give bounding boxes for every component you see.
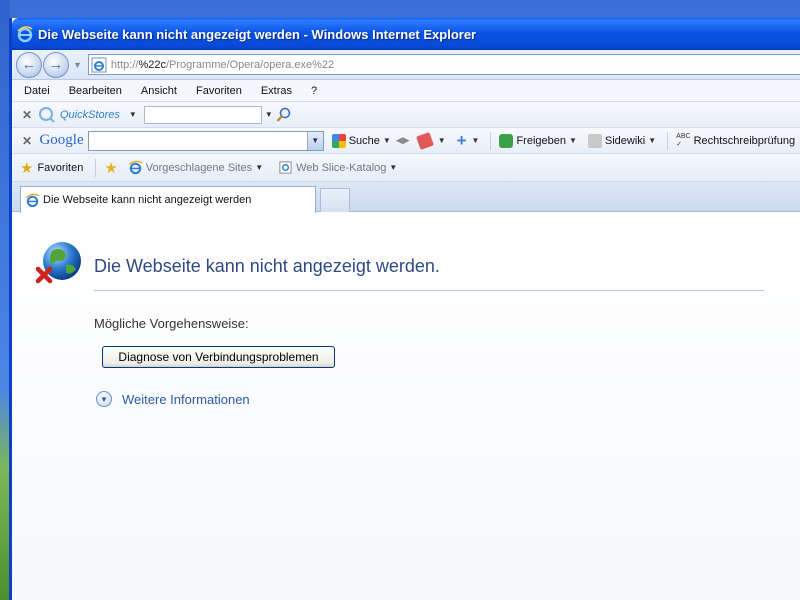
spellcheck-button[interactable]: ABC✓ Rechtschreibprüfung ▼ (676, 133, 800, 149)
forward-button[interactable]: → (43, 51, 69, 78)
close-google-toolbar-icon[interactable]: ✕ (22, 134, 37, 148)
favorites-separator (95, 158, 97, 177)
page-content: Die Webseite kann nicht angezeigt werden… (12, 219, 800, 600)
new-tab-button[interactable] (320, 188, 350, 212)
arrow-left-icon: ← (21, 56, 37, 73)
quickstores-toolbar: ✕ QuickStores ▼ ▼ (12, 102, 800, 128)
web-slice-icon (279, 161, 292, 174)
suche-button[interactable]: Suche ▼ (331, 133, 394, 148)
suggested-sites-label: Vorgeschlagene Sites (145, 161, 253, 174)
sidewiki-label: Sidewiki (604, 134, 646, 147)
close-toolbar-icon[interactable]: ✕ (22, 108, 38, 122)
freigeben-label: Freigeben (516, 134, 566, 147)
quickstores-search-input[interactable] (143, 105, 262, 124)
ie-logo-icon (17, 26, 33, 43)
suche-label: Suche (348, 134, 380, 147)
suche-dropdown-icon: ▼ (382, 136, 391, 145)
toolbar-separator (667, 131, 669, 150)
menu-bar: Datei Bearbeiten Ansicht Favoriten Extra… (12, 80, 800, 102)
menu-datei[interactable]: Datei (24, 85, 50, 97)
tab-active-label: Die Webseite kann nicht angezeigt werden (43, 194, 252, 206)
bookmarks-button[interactable]: ▼ (415, 131, 449, 150)
title-bar[interactable]: Die Webseite kann nicht angezeigt werden… (12, 18, 800, 50)
google-search-dropdown-icon[interactable]: ▼ (306, 131, 323, 150)
sidewiki-button[interactable]: Sidewiki ▼ (587, 133, 659, 148)
tab-row: Die Webseite kann nicht angezeigt werden (12, 182, 800, 213)
add-dropdown-icon: ▼ (471, 136, 480, 145)
more-info-toggle[interactable]: ▼ Weitere Informationen (96, 391, 250, 407)
address-bar[interactable]: http://%22c/Programme/Opera/opera.exe%22 (87, 54, 800, 75)
quickstores-logo-text: QuickStores (60, 108, 120, 121)
more-arrows-icon[interactable]: ◀▶ (396, 135, 410, 146)
ie-page-icon (25, 193, 40, 207)
divider (94, 290, 764, 291)
add-favorite-star-icon[interactable]: ★ (104, 159, 117, 177)
toolbar-separator (490, 131, 492, 150)
menu-favoriten[interactable]: Favoriten (196, 85, 242, 97)
error-title: Die Webseite kann nicht angezeigt werden… (94, 256, 440, 276)
web-slice-dropdown-icon: ▼ (389, 163, 398, 172)
globe-error-icon (35, 242, 81, 284)
sidewiki-icon (587, 133, 602, 148)
quickstores-search-dropdown-icon[interactable]: ▼ (265, 110, 273, 119)
favorites-label: Favoriten (37, 161, 84, 174)
spellcheck-label: Rechtschreibprüfung (693, 134, 796, 147)
spellcheck-icon: ABC ✓ (676, 132, 691, 148)
ie-page-icon (91, 57, 107, 72)
suggested-sites-dropdown-icon: ▼ (255, 163, 264, 172)
window-title: Die Webseite kann nicht angezeigt werden… (38, 26, 477, 42)
menu-extras[interactable]: Extras (261, 85, 292, 97)
favorites-button[interactable]: ★ Favoriten (20, 159, 83, 177)
browser-window: Die Webseite kann nicht angezeigt werden… (9, 18, 800, 600)
ie-logo-icon (128, 160, 143, 175)
diagnose-connection-button[interactable]: Diagnose von Verbindungsproblemen (102, 346, 335, 368)
back-button[interactable]: ← (16, 51, 42, 78)
arrow-right-icon: → (48, 56, 64, 73)
menu-help[interactable]: ? (311, 85, 317, 97)
favorites-bar: ★ Favoriten ★ Vorgeschlagene Sites ▼ Web… (12, 154, 800, 182)
google-logo: Google (39, 132, 84, 148)
bookmarks-dropdown-icon: ▼ (437, 136, 446, 145)
url-prefix: http:// (110, 58, 139, 71)
possible-action-heading: Mögliche Vorgehensweise: (94, 316, 249, 331)
navigation-bar: ← → ▼ http://%22c/Programme/Opera/opera.… (12, 50, 800, 80)
search-icon[interactable] (276, 107, 292, 123)
quickstores-dropdown-icon[interactable]: ▼ (129, 110, 137, 119)
suggested-sites-button[interactable]: Vorgeschlagene Sites ▼ (122, 160, 266, 175)
chevron-down-icon: ▼ (96, 391, 112, 407)
star-icon: ★ (20, 159, 34, 177)
web-slice-gallery-button[interactable]: Web Slice-Katalog ▼ (278, 160, 400, 175)
menu-bearbeiten[interactable]: Bearbeiten (69, 85, 122, 97)
plus-icon: + (456, 130, 467, 150)
menu-ansicht[interactable]: Ansicht (141, 85, 177, 97)
history-dropdown-icon[interactable]: ▼ (73, 60, 82, 70)
url-path: /Programme/Opera/opera.exe%22 (165, 58, 335, 71)
url-text: http://%22c/Programme/Opera/opera.exe%22 (111, 59, 334, 71)
google-toolbar: ✕ Google ▼ Suche ▼ ◀▶ ▼ + ▼ Freigeben ▼ … (12, 128, 800, 154)
freigeben-dropdown-icon: ▼ (568, 136, 577, 145)
url-host: %22c (138, 58, 166, 71)
google-g-icon (331, 133, 346, 148)
quickstores-logo-icon (39, 106, 55, 123)
more-info-label: Weitere Informationen (122, 391, 250, 407)
sidewiki-dropdown-icon: ▼ (648, 136, 657, 145)
freigeben-button[interactable]: Freigeben ▼ (499, 133, 579, 148)
share-icon (499, 133, 514, 148)
web-slice-label: Web Slice-Katalog (296, 161, 387, 174)
bookmark-icon (415, 131, 434, 150)
add-button[interactable]: + ▼ (457, 131, 483, 151)
tab-active[interactable]: Die Webseite kann nicht angezeigt werden (20, 186, 316, 213)
google-search-input[interactable]: ▼ (87, 130, 324, 151)
